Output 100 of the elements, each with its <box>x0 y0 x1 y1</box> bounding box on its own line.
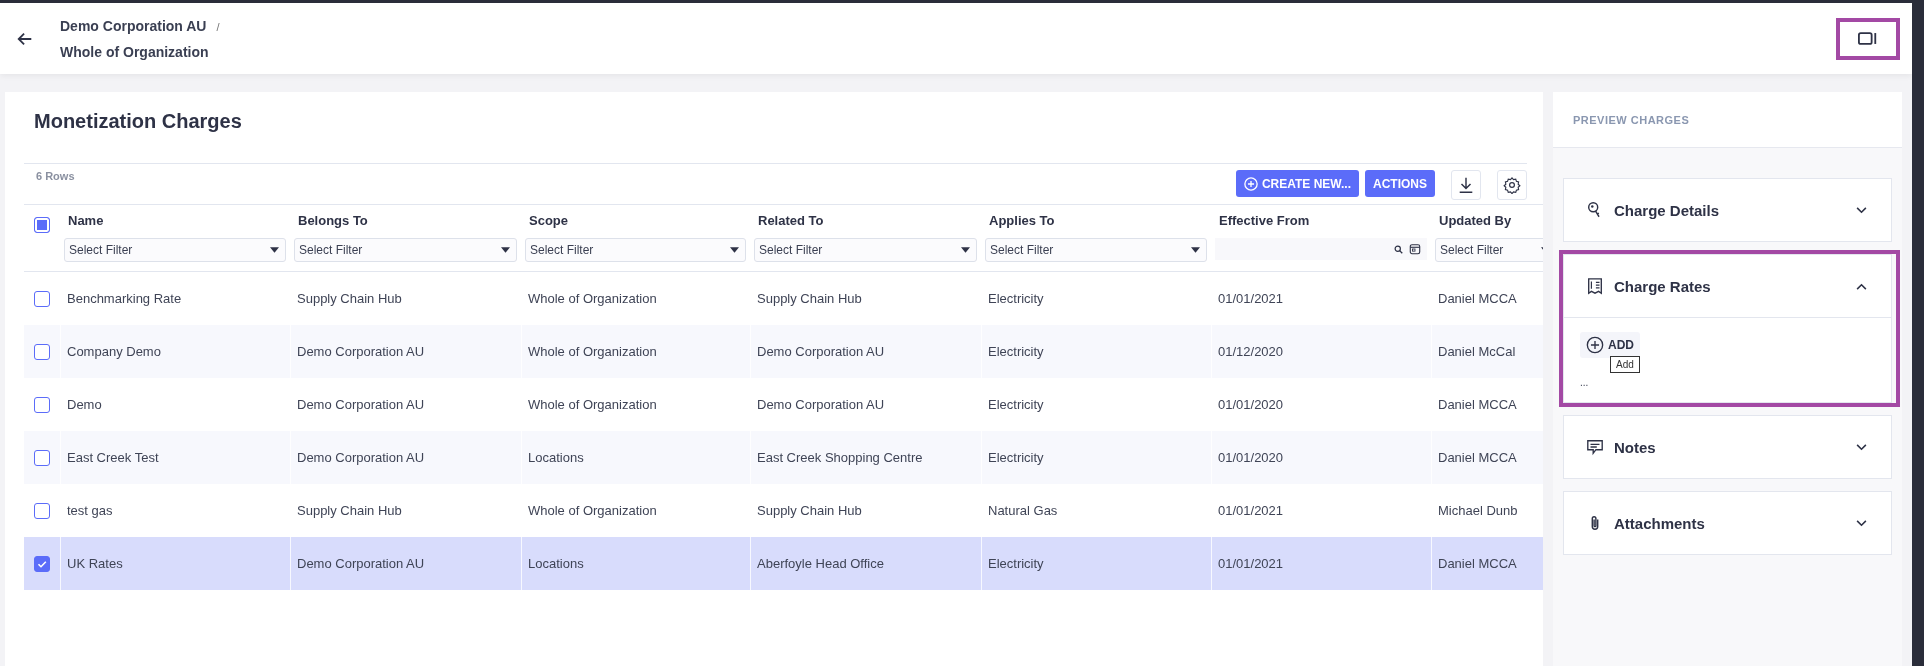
row-checkbox[interactable] <box>34 449 50 466</box>
accordion-header[interactable]: Notes <box>1564 416 1891 478</box>
breadcrumb-link[interactable]: Demo Corporation AU <box>60 17 207 34</box>
column-header[interactable]: Scope <box>525 213 746 228</box>
table-cell: Demo Corporation AU <box>297 344 425 359</box>
table-cell: Demo Corporation AU <box>757 344 885 359</box>
column-header[interactable]: Name <box>64 213 286 228</box>
table-cell: Whole of Organization <box>528 291 657 306</box>
table-cell: East Creek Shopping Centre <box>757 450 923 465</box>
caret-icon <box>961 247 970 253</box>
accordion-header[interactable]: Charge Rates <box>1564 255 1891 318</box>
download-icon <box>1457 176 1475 194</box>
page-title: Monetization Charges <box>34 110 243 133</box>
receipt-icon <box>1586 277 1604 295</box>
column-header[interactable]: Related To <box>754 213 977 228</box>
column-header[interactable]: Effective From <box>1215 213 1427 228</box>
table-cell: Daniel MCCA <box>1438 397 1517 412</box>
chat-icon <box>1586 438 1604 456</box>
table-cell: Daniel MCCA <box>1438 450 1517 465</box>
table-cell: Whole of Organization <box>528 397 657 412</box>
filter-dropdown[interactable]: Select Filter <box>64 238 286 262</box>
breadcrumb-current: Whole of Organization <box>60 43 210 60</box>
table-cell: Electricity <box>988 344 1044 359</box>
date-filter-field[interactable] <box>1215 238 1427 260</box>
table-cell: Electricity <box>988 450 1044 465</box>
filter-dropdown[interactable]: Select Filter <box>525 238 746 262</box>
caret-icon <box>501 247 510 253</box>
table-cell: Locations <box>528 450 584 465</box>
caret-icon <box>730 247 739 253</box>
accordion-header[interactable]: Attachments <box>1564 492 1891 554</box>
table-cell: Demo Corporation AU <box>297 397 425 412</box>
table-cell: 01/12/2020 <box>1218 344 1284 359</box>
table-cell: Daniel MCCA <box>1438 556 1517 571</box>
chevron-down-icon <box>1856 519 1867 527</box>
table-cell: Benchmarking Rate <box>67 291 182 306</box>
row-checkbox[interactable] <box>34 502 50 519</box>
panel-toggle-icon[interactable] <box>1858 31 1878 46</box>
breadcrumb-separator: / <box>216 20 220 33</box>
settings-icon <box>1503 176 1521 194</box>
table-cell: Supply Chain Hub <box>297 503 402 518</box>
row-checkbox[interactable] <box>34 555 50 572</box>
table-cell: Electricity <box>988 397 1044 412</box>
search-icon <box>1394 244 1403 254</box>
table-cell: Whole of Organization <box>528 344 657 359</box>
table-cell: Daniel MCCA <box>1438 291 1517 306</box>
caret-icon <box>270 247 279 253</box>
table-cell: 01/01/2021 <box>1218 291 1284 306</box>
table-cell: Demo Corporation AU <box>757 397 885 412</box>
table-cell: Locations <box>528 556 584 571</box>
row-count: 6 Rows <box>36 170 75 184</box>
table-cell: Whole of Organization <box>528 503 657 518</box>
tooltip: Add <box>1610 356 1640 373</box>
table-cell: Supply Chain Hub <box>297 291 402 306</box>
add-button[interactable]: ADD <box>1580 332 1640 358</box>
create-new-button[interactable]: CREATE NEW... <box>1235 170 1359 197</box>
table-cell: Demo <box>67 397 102 412</box>
caret-icon <box>1191 247 1200 253</box>
table-cell: Michael Dunb <box>1438 503 1518 518</box>
table-cell: East Creek Test <box>67 450 159 465</box>
filter-dropdown[interactable]: Select Filter <box>985 238 1207 262</box>
row-checkbox[interactable] <box>34 396 50 413</box>
table-row[interactable]: Company Demo Demo Corporation AU Whole of Organization Demo Corporation AU Electricity 01/12/2020 Daniel McCal <box>24 325 1543 378</box>
table-cell: Electricity <box>988 556 1044 571</box>
table-cell: 01/01/2021 <box>1218 556 1284 571</box>
calendar-icon <box>1409 243 1421 255</box>
table-cell: Natural Gas <box>988 503 1058 518</box>
table-cell: UK Rates <box>67 556 123 571</box>
column-header[interactable]: Applies To <box>985 213 1207 228</box>
filter-dropdown[interactable]: Select Filter <box>754 238 977 262</box>
accordion-header[interactable]: Charge Details <box>1564 179 1891 241</box>
table-cell: 01/01/2020 <box>1218 450 1284 465</box>
panel-title: PREVIEW CHARGES <box>1573 114 1690 126</box>
table-row[interactable]: UK Rates Demo Corporation AU Locations Aberfoyle Head Office Electricity 01/01/2021 Daniel MCCA <box>24 537 1543 590</box>
filter-dropdown[interactable]: Select Filter <box>1435 238 1543 262</box>
select-all-checkbox[interactable] <box>34 217 50 233</box>
chevron-down-icon <box>1856 443 1867 451</box>
column-header[interactable]: Belongs To <box>294 213 517 228</box>
table-cell: Daniel McCal <box>1438 344 1516 359</box>
download-button[interactable] <box>1451 170 1481 200</box>
table-cell: test gas <box>67 503 113 518</box>
column-header[interactable]: Updated By <box>1435 213 1543 228</box>
ellipsis-text: ... <box>1580 377 1589 388</box>
chevron-up-icon <box>1856 282 1867 290</box>
row-checkbox[interactable] <box>34 290 50 307</box>
table-cell: 01/01/2020 <box>1218 397 1284 412</box>
row-checkbox[interactable] <box>34 343 50 360</box>
table-row[interactable]: East Creek Test Demo Corporation AU Locations East Creek Shopping Centre Electricity 01/01/2020 Daniel MCCA <box>24 431 1543 484</box>
actions-button[interactable]: ACTIONS <box>1365 170 1435 197</box>
table-cell: 01/01/2021 <box>1218 503 1284 518</box>
plus-circle-icon <box>1586 336 1604 354</box>
table-cell: Company Demo <box>67 344 161 359</box>
table-cell: Demo Corporation AU <box>297 450 425 465</box>
settings-button[interactable] <box>1497 170 1527 200</box>
table-cell: Aberfoyle Head Office <box>757 556 884 571</box>
plus-circle-icon <box>1243 176 1258 191</box>
filter-dropdown[interactable]: Select Filter <box>294 238 517 262</box>
table-cell: Supply Chain Hub <box>757 503 862 518</box>
table-cell: Supply Chain Hub <box>757 291 862 306</box>
chevron-down-icon <box>1856 206 1867 214</box>
table-cell: Demo Corporation AU <box>297 556 425 571</box>
